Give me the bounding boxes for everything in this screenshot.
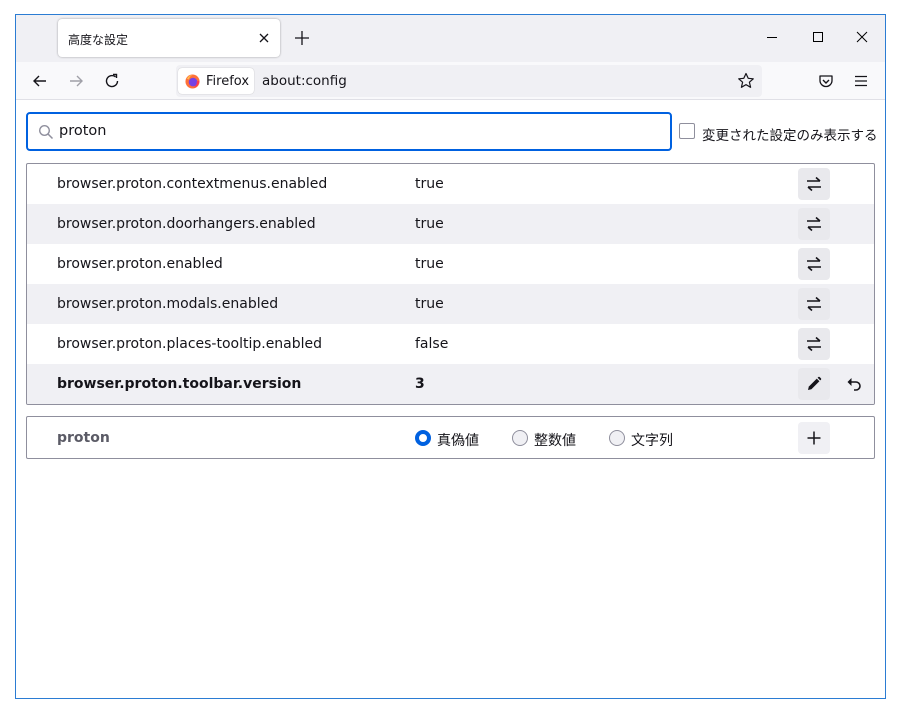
radio-label[interactable]: 整数値	[534, 430, 576, 450]
pref-name[interactable]: browser.proton.modals.enabled	[57, 296, 278, 312]
pocket-icon[interactable]	[812, 67, 840, 95]
maximize-icon[interactable]	[795, 15, 841, 59]
tab-title: 高度な設定	[68, 33, 129, 47]
close-tab-icon[interactable]	[254, 28, 274, 48]
toggle-button[interactable]	[798, 208, 830, 240]
identity-label: Firefox	[206, 74, 250, 89]
pref-name[interactable]: browser.proton.doorhangers.enabled	[57, 216, 316, 232]
bookmark-star-icon[interactable]	[736, 71, 756, 91]
pref-value: true	[415, 216, 444, 232]
minimize-icon[interactable]	[749, 15, 795, 59]
window-close-icon[interactable]	[839, 15, 885, 59]
url-bar[interactable]: Firefox about:config	[176, 65, 762, 97]
edit-button[interactable]	[798, 368, 830, 400]
pref-value: true	[415, 176, 444, 192]
new-tab-icon[interactable]	[291, 27, 313, 49]
reload-icon[interactable]	[98, 67, 126, 95]
toggle-button[interactable]	[798, 288, 830, 320]
pref-name[interactable]: browser.proton.enabled	[57, 256, 223, 272]
pref-name[interactable]: browser.proton.toolbar.version	[57, 376, 301, 392]
forward-icon[interactable]	[62, 67, 90, 95]
tab-advanced-settings[interactable]: 高度な設定	[58, 19, 280, 57]
identity-box[interactable]: Firefox	[178, 68, 254, 94]
radio-label[interactable]: 文字列	[631, 430, 673, 450]
tab-bar: 高度な設定	[16, 15, 885, 62]
url-text[interactable]: about:config	[262, 73, 347, 89]
pref-name[interactable]: browser.proton.places-tooltip.enabled	[57, 336, 322, 352]
search-icon	[38, 124, 54, 144]
pref-row: browser.proton.doorhangers.enabled true	[27, 204, 874, 244]
navigation-toolbar: Firefox about:config	[16, 62, 885, 100]
add-button[interactable]	[798, 422, 830, 454]
pref-name[interactable]: browser.proton.contextmenus.enabled	[57, 176, 327, 192]
pref-value: false	[415, 336, 449, 352]
show-modified-checkbox[interactable]	[679, 123, 695, 139]
pref-row: browser.proton.modals.enabled true	[27, 284, 874, 324]
pref-row: browser.proton.places-tooltip.enabled fa…	[27, 324, 874, 364]
reset-button[interactable]	[838, 368, 870, 400]
radio-label[interactable]: 真偽値	[437, 430, 479, 450]
preferences-table: browser.proton.contextmenus.enabled true…	[26, 163, 875, 405]
back-icon[interactable]	[26, 67, 54, 95]
pref-row: browser.proton.enabled true	[27, 244, 874, 284]
new-pref-name: proton	[57, 430, 110, 446]
search-input[interactable]: proton	[59, 123, 106, 139]
firefox-logo-icon	[185, 74, 200, 89]
toggle-button[interactable]	[798, 328, 830, 360]
browser-window: 高度な設定 Firefox about:config proton 変更された設…	[15, 14, 886, 699]
pref-value: true	[415, 296, 444, 312]
search-field[interactable]: proton	[26, 112, 672, 151]
pref-value: true	[415, 256, 444, 272]
radio-circle[interactable]	[415, 430, 431, 446]
toggle-button[interactable]	[798, 248, 830, 280]
radio-circle[interactable]	[512, 430, 528, 446]
pref-row-modified: browser.proton.toolbar.version 3	[27, 364, 874, 404]
pref-value: 3	[415, 376, 425, 392]
radio-circle[interactable]	[609, 430, 625, 446]
menu-icon[interactable]	[847, 67, 875, 95]
toggle-button[interactable]	[798, 168, 830, 200]
about-config-page: proton 変更された設定のみ表示する browser.proton.cont…	[16, 101, 885, 698]
add-pref-row: proton 真偽値 整数値 文字列	[26, 416, 875, 459]
pref-row: browser.proton.contextmenus.enabled true	[27, 164, 874, 204]
show-modified-label[interactable]: 変更された設定のみ表示する	[702, 124, 878, 144]
